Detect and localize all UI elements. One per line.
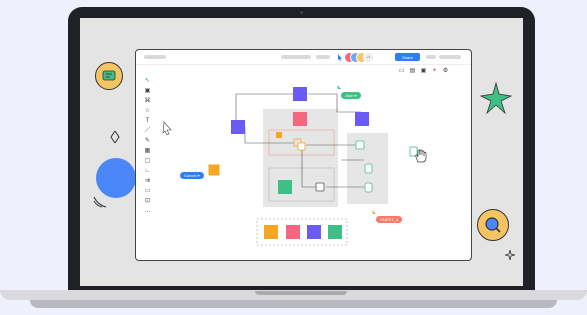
shape-node[interactable]	[293, 87, 307, 101]
motion-lines-icon	[93, 196, 107, 208]
diamond-icon	[110, 131, 120, 143]
shape-node[interactable]	[231, 120, 245, 134]
database-icon[interactable]	[315, 182, 325, 192]
collaborator-label-json: Json ▾	[341, 92, 361, 99]
chat-icon	[95, 62, 123, 90]
palette-swatch[interactable]	[307, 225, 321, 239]
laptop-camera	[300, 11, 303, 14]
laptop-notch	[255, 291, 347, 295]
cursor-icon	[337, 85, 341, 89]
database-icon[interactable]	[364, 163, 373, 174]
shape-node[interactable]	[293, 112, 307, 126]
database-icon[interactable]	[364, 182, 373, 193]
palette-swatch[interactable]	[328, 225, 342, 239]
blue-circle-decoration	[96, 158, 136, 198]
palette-swatch[interactable]	[264, 225, 278, 239]
pointer-icon	[162, 121, 172, 136]
palette-swatch[interactable]	[286, 225, 300, 239]
laptop-base-shadow	[30, 300, 557, 308]
hand-cursor-icon	[415, 149, 427, 163]
database-icon[interactable]	[355, 140, 365, 150]
shape-node[interactable]	[355, 112, 369, 126]
app-window: +1 Share ▭ ▤ ▣ ✦ ⚙ ↖ ▣ ⌘ ☆ T ／ ✎ ▦ ▢ ∟ ⇉…	[135, 49, 472, 261]
collaborator-label-cancel: Cancel ▾	[180, 172, 204, 179]
shape-node[interactable]	[278, 180, 292, 194]
collaborator-label-guest: GUEST_4	[376, 216, 403, 223]
search-icon	[477, 209, 509, 241]
sparkle-icon	[505, 250, 515, 260]
star-icon	[480, 82, 512, 114]
shape-node[interactable]	[207, 163, 221, 177]
shape-node[interactable]	[276, 132, 282, 138]
cursor-icon	[372, 210, 376, 214]
